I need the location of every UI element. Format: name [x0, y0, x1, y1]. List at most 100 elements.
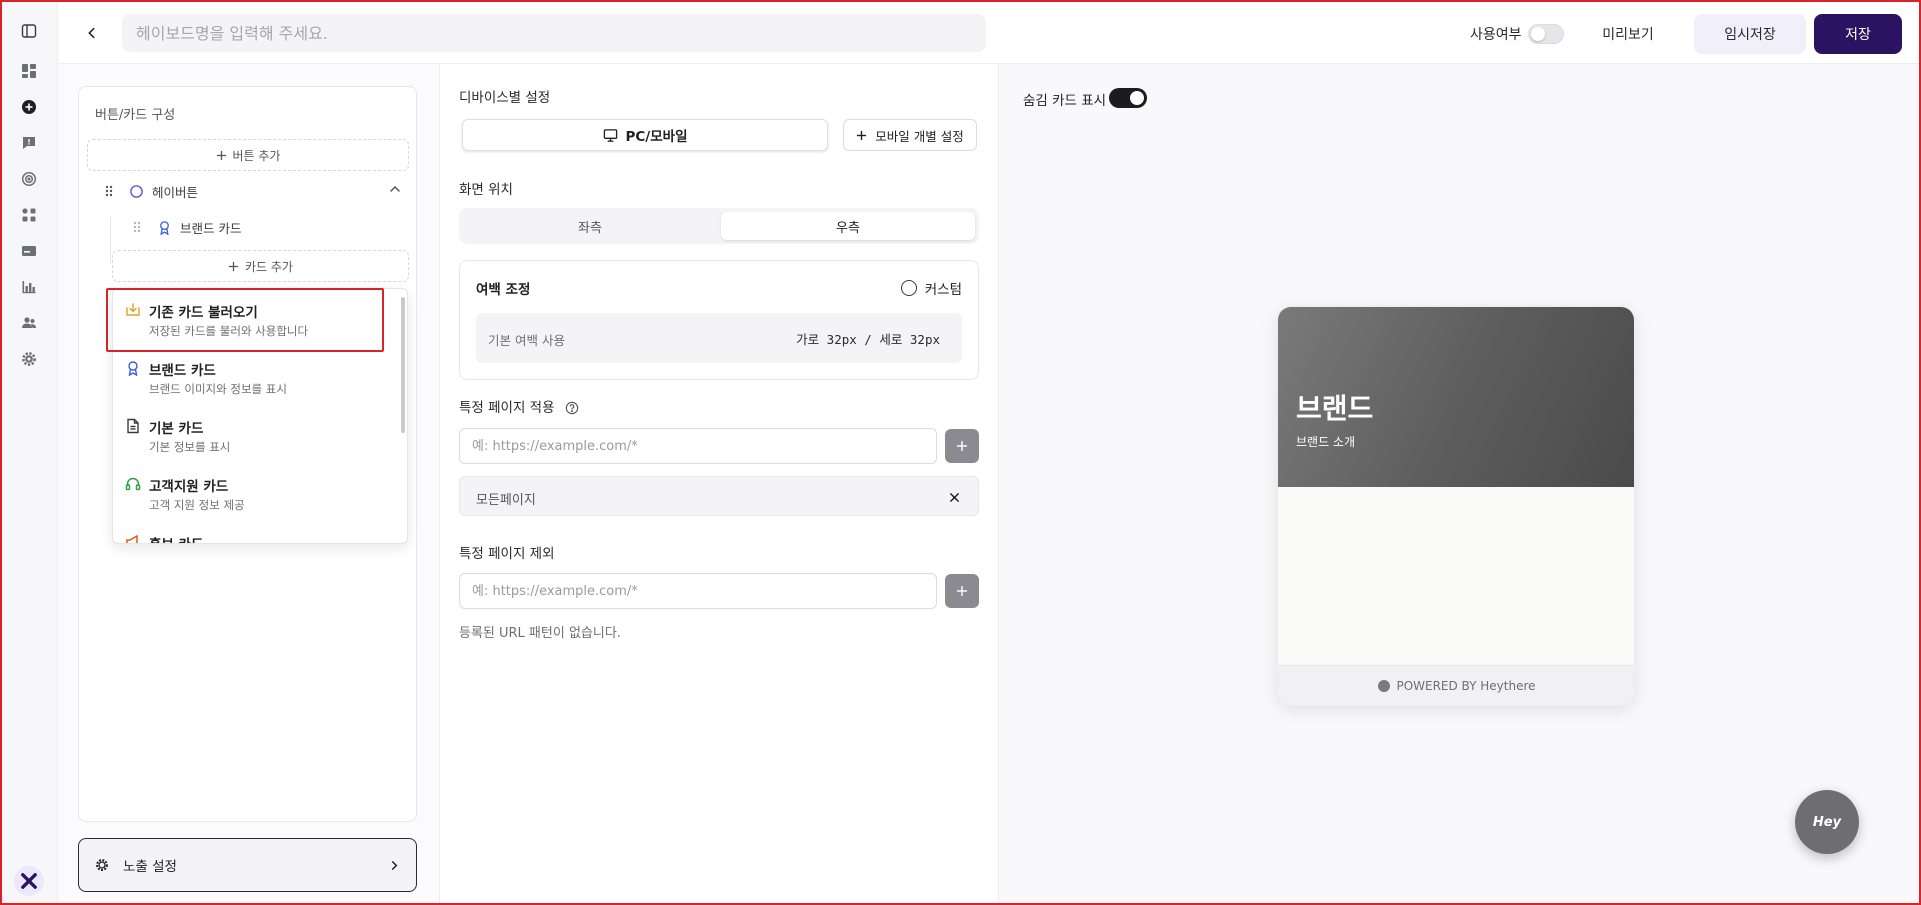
toggle-knob — [1531, 27, 1545, 41]
save-button[interactable]: 저장 — [1814, 14, 1902, 54]
exposure-settings-button[interactable]: 노출 설정 — [78, 838, 417, 892]
hey-fab-label: Hey — [1812, 814, 1842, 830]
panel-title: 버튼/카드 구성 — [95, 108, 176, 123]
dropdown-item-desc: 저장된 카드를 불러와 사용합니다 — [149, 324, 309, 338]
footer-text: POWERED BY Heythere — [1396, 678, 1536, 693]
heybutton-label: 헤이버튼 — [152, 184, 199, 200]
use-label: 사용여부 — [1470, 27, 1522, 43]
top-bar: 사용여부 미리보기 임시저장 저장 — [58, 2, 1919, 64]
settings-column: 디바이스별 설정 PC/모바일 모바일 개별 설정 화면 위치 좌측 우측 여백… — [440, 64, 999, 903]
plus-icon — [957, 586, 967, 596]
preview-button[interactable]: 미리보기 — [1586, 14, 1670, 54]
toggle-knob — [1130, 91, 1144, 105]
tree-item-brand-card[interactable]: 브랜드 카드 — [133, 217, 241, 237]
add-circle-icon[interactable] — [20, 98, 38, 116]
custom-margin-checkbox[interactable]: 커스텀 — [900, 278, 962, 298]
default-margin-label: 기본 여백 사용 — [488, 333, 565, 348]
import-icon — [126, 303, 140, 316]
add-button-button[interactable]: 버튼 추가 — [87, 139, 409, 171]
gear-icon — [96, 859, 108, 871]
use-toggle[interactable] — [1528, 24, 1564, 44]
plus-icon — [857, 130, 867, 140]
include-tag-label: 모든페이지 — [476, 493, 536, 508]
custom-label: 커스텀 — [924, 282, 962, 298]
dropdown-scrollbar[interactable] — [401, 297, 405, 433]
dropdown-item-desc: 기본 정보를 표시 — [149, 440, 231, 454]
back-button[interactable] — [80, 21, 104, 45]
target-icon[interactable] — [20, 170, 38, 188]
position-right-option[interactable]: 우측 — [721, 212, 975, 240]
include-pages-text: 특정 페이지 적용 — [459, 400, 555, 416]
exclude-pages-label: 특정 페이지 제외 — [459, 546, 555, 562]
position-section-label: 화면 위치 — [459, 182, 513, 198]
device-section-label: 디바이스별 설정 — [459, 90, 551, 106]
drag-handle-icon[interactable] — [133, 221, 141, 233]
button-card-config-panel: 버튼/카드 구성 버튼 추가 헤이버튼 브랜드 카드 카드 추가 기존 카드 불… — [78, 86, 417, 822]
exclude-url-input[interactable] — [459, 573, 937, 609]
exclude-add-button[interactable] — [945, 574, 979, 608]
icon-rail — [2, 2, 58, 903]
preview-column: 숨김 카드 표시 브랜드 브랜드 소개 POWERED BY Heythere … — [999, 64, 1919, 903]
dropdown-item-basic-card[interactable]: 기본 카드 기본 정보를 표시 — [125, 415, 385, 461]
sidebar-toggle-icon[interactable] — [20, 22, 38, 40]
margin-settings-box: 여백 조정 커스텀 기본 여백 사용 가로 32px / 세로 32px — [459, 260, 979, 380]
gear-icon[interactable] — [20, 350, 38, 368]
plus-icon — [957, 441, 967, 451]
mobile-individual-label: 모바일 개별 설정 — [875, 128, 964, 144]
bar-chart-icon[interactable] — [20, 278, 38, 296]
circle-icon — [130, 184, 143, 198]
award-icon — [128, 361, 138, 376]
checkbox-circle — [900, 280, 917, 296]
dropdown-item-title: 기존 카드 불러오기 — [149, 305, 258, 321]
margin-title: 여백 조정 — [476, 282, 531, 298]
heythere-logo-icon — [1378, 679, 1391, 692]
plus-icon — [228, 261, 239, 271]
heyboard-name-input[interactable] — [122, 14, 986, 52]
dropdown-item-brand-card[interactable]: 브랜드 카드 브랜드 이미지와 정보를 표시 — [125, 357, 385, 403]
default-margin-value: 가로 32px / 세로 32px — [796, 332, 940, 347]
pc-mobile-label: PC/모바일 — [625, 129, 688, 145]
mobile-individual-button[interactable]: 모바일 개별 설정 — [843, 119, 977, 151]
include-add-button[interactable] — [945, 429, 979, 463]
chevron-up-icon[interactable] — [389, 183, 401, 195]
chevron-right-icon — [391, 860, 398, 870]
dashboard-icon[interactable] — [20, 62, 38, 80]
users-icon[interactable] — [20, 314, 38, 332]
headset-icon — [125, 477, 141, 491]
award-icon — [160, 220, 169, 235]
drag-handle-icon[interactable] — [105, 185, 113, 197]
add-card-label: 카드 추가 — [245, 259, 293, 274]
default-margin-row: 기본 여백 사용 가로 32px / 세로 32px — [476, 313, 962, 363]
dropdown-item-title: 홍보 카드 — [149, 533, 203, 543]
include-url-tag: 모든페이지 — [459, 476, 979, 516]
dropdown-item-title: 기본 카드 — [149, 421, 204, 437]
chat-icon[interactable] — [20, 134, 38, 152]
add-card-button[interactable]: 카드 추가 — [112, 250, 409, 282]
megaphone-icon — [126, 534, 138, 543]
position-left-option[interactable]: 좌측 — [463, 212, 717, 240]
dropdown-item-load-existing[interactable]: 기존 카드 불러오기 저장된 카드를 불러와 사용합니다 — [125, 299, 385, 345]
tree-item-heybutton[interactable]: 헤이버튼 — [105, 181, 405, 201]
pc-mobile-button[interactable]: PC/모바일 — [462, 119, 828, 151]
hidden-card-label: 숨김 카드 표시 — [1023, 93, 1107, 109]
card-icon[interactable] — [20, 242, 38, 260]
exclude-empty-message: 등록된 URL 패턴이 없습니다. — [459, 626, 621, 641]
close-icon[interactable] — [946, 489, 962, 505]
hey-floating-button[interactable]: Hey — [1795, 790, 1859, 854]
apps-icon[interactable] — [20, 206, 38, 224]
card-title: 브랜드 — [1296, 392, 1374, 425]
card-type-dropdown: 기존 카드 불러오기 저장된 카드를 불러와 사용합니다 브랜드 카드 브랜드 … — [112, 288, 408, 544]
dropdown-item-desc: 고객 지원 정보 제공 — [149, 498, 245, 512]
dropdown-item-desc: 브랜드 이미지와 정보를 표시 — [149, 382, 287, 396]
x-logo-icon[interactable] — [14, 866, 44, 896]
draft-save-button[interactable]: 임시저장 — [1694, 14, 1806, 54]
hidden-card-toggle[interactable] — [1109, 88, 1147, 108]
monitor-icon — [603, 128, 617, 142]
exposure-settings-label: 노출 설정 — [123, 859, 177, 875]
position-segmented-control: 좌측 우측 — [459, 208, 979, 244]
dropdown-item-promo-card[interactable]: 홍보 카드 — [125, 531, 385, 543]
help-icon[interactable] — [565, 401, 579, 415]
dropdown-item-support-card[interactable]: 고객지원 카드 고객 지원 정보 제공 — [125, 473, 385, 519]
brand-card-label: 브랜드 카드 — [180, 220, 242, 236]
include-url-input[interactable] — [459, 428, 937, 464]
